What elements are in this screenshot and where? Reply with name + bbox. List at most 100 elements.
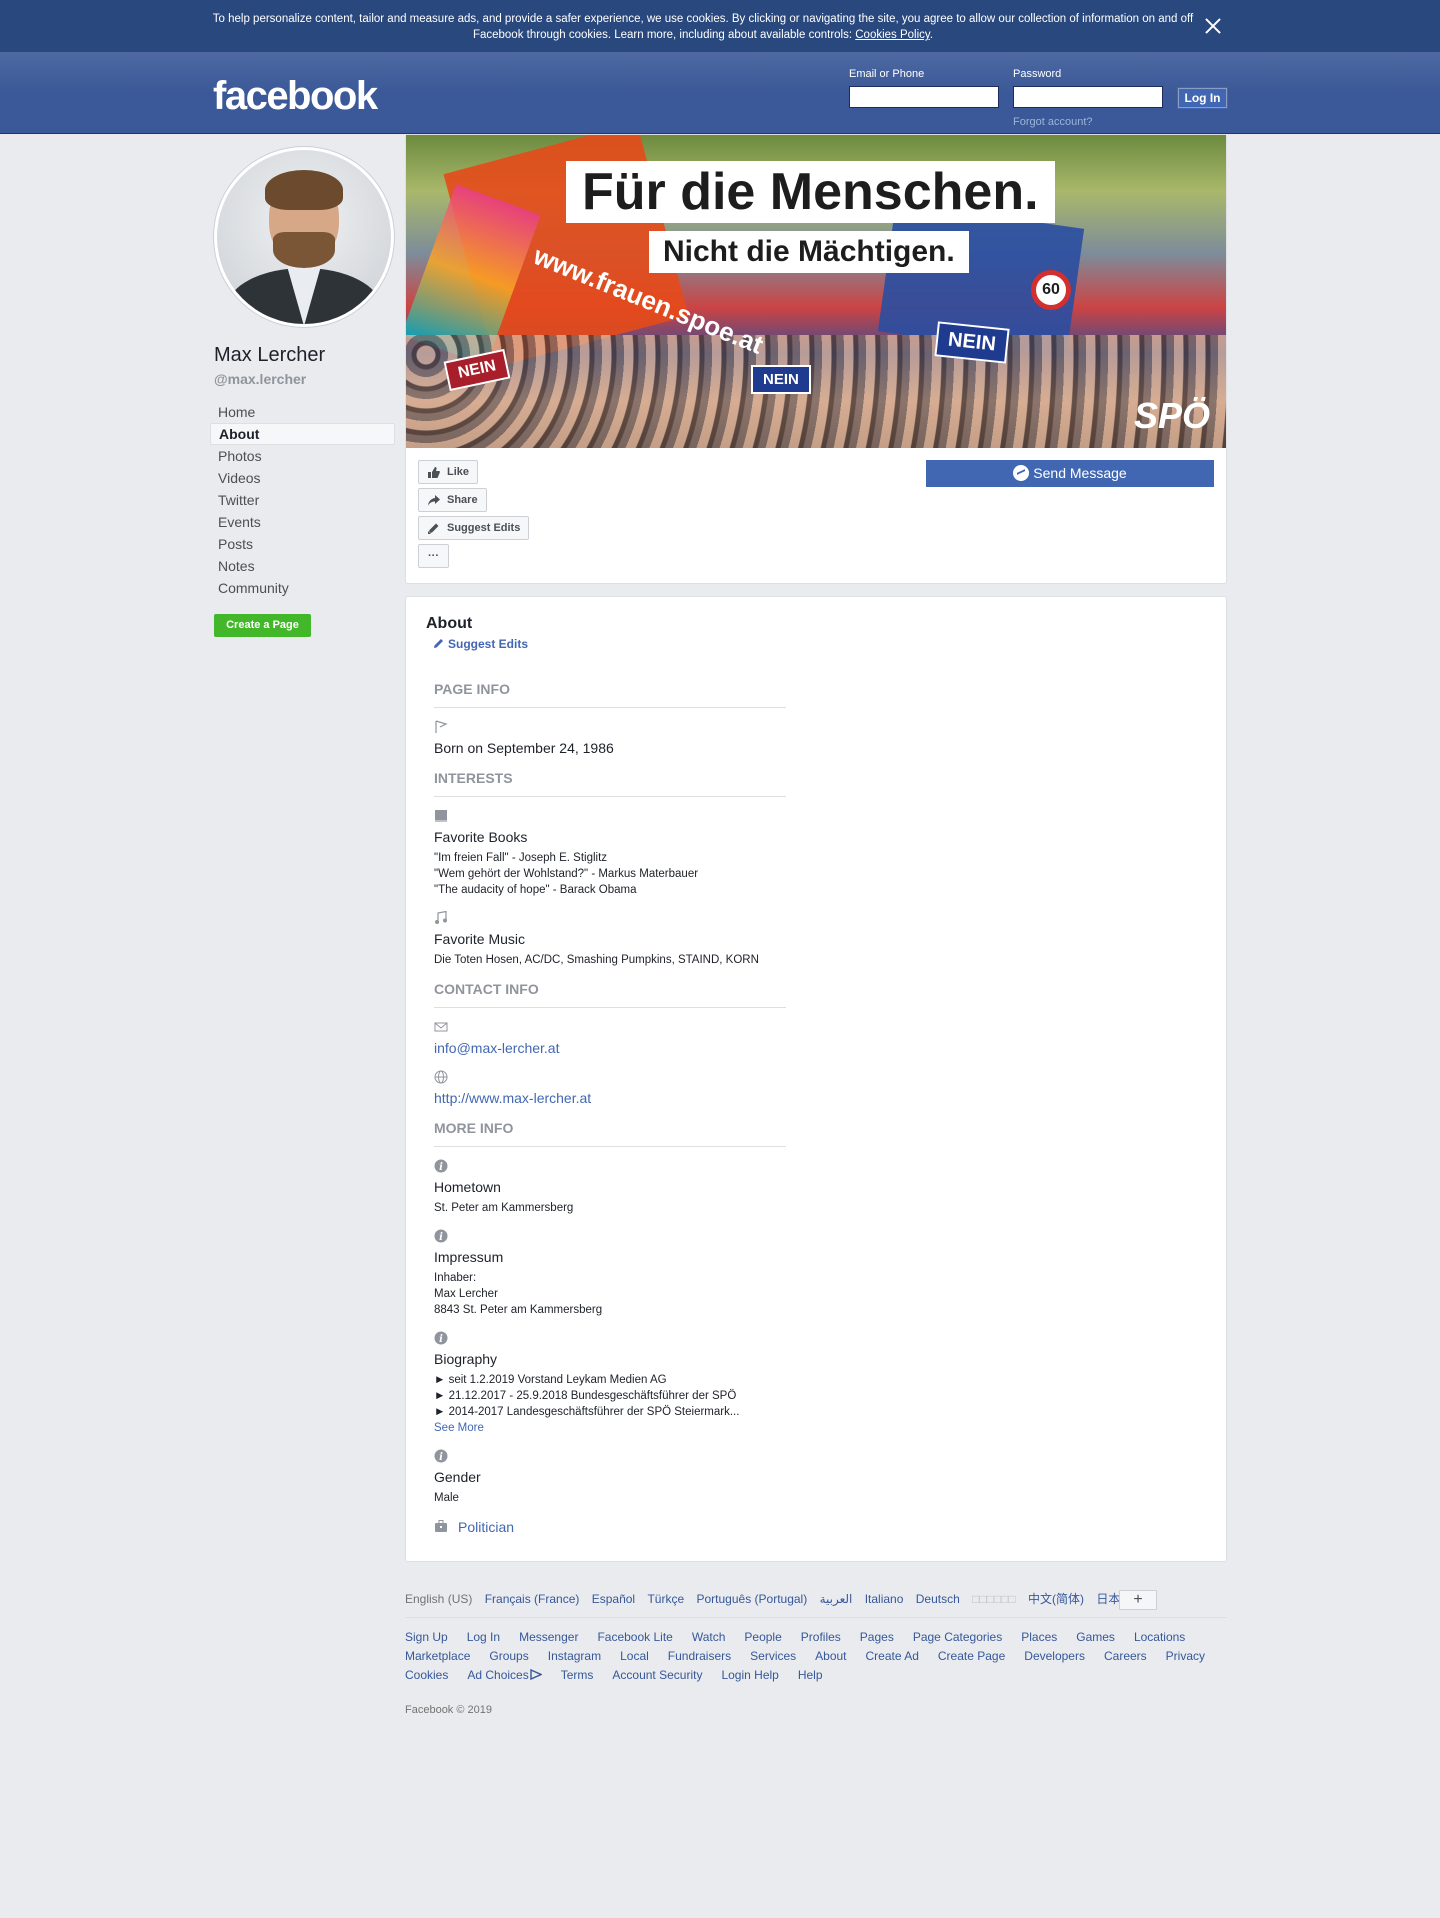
cookies-policy-link[interactable]: Cookies Policy bbox=[855, 29, 930, 41]
footer-link[interactable]: Create Page bbox=[938, 1647, 1005, 1666]
footer-link[interactable]: Instagram bbox=[548, 1647, 601, 1666]
spo-logo: SPÖ bbox=[1134, 395, 1211, 436]
email-link[interactable]: info@max-lercher.at bbox=[434, 1040, 559, 1056]
nav-item-photos[interactable]: Photos bbox=[210, 445, 395, 467]
footer-link[interactable]: Terms bbox=[561, 1666, 594, 1685]
language-link[interactable]: 中文(简体) bbox=[1028, 1590, 1084, 1607]
language-link[interactable]: □□□□□□ bbox=[972, 1592, 1016, 1606]
pencil-icon bbox=[428, 523, 439, 534]
facebook-logo[interactable]: facebook bbox=[213, 76, 378, 116]
email-label: Email or Phone bbox=[849, 68, 925, 80]
info-icon: i bbox=[434, 1331, 448, 1345]
flag-icon bbox=[435, 720, 448, 733]
create-page-button[interactable]: Create a Page bbox=[214, 614, 311, 637]
footer-link[interactable]: Marketplace bbox=[405, 1647, 470, 1666]
suggest-edits-button[interactable]: Suggest Edits bbox=[418, 516, 530, 540]
footer-link[interactable]: Watch bbox=[692, 1628, 726, 1647]
footer-link[interactable]: Sign Up bbox=[405, 1628, 448, 1647]
footer-link[interactable]: Fundraisers bbox=[668, 1647, 731, 1666]
share-button[interactable]: Share bbox=[418, 488, 487, 512]
language-link[interactable]: Türkçe bbox=[647, 1592, 684, 1606]
footer-link[interactable]: Log In bbox=[467, 1628, 500, 1647]
ad-choices-label: Ad Choices bbox=[467, 1668, 529, 1682]
send-message-button[interactable]: Send Message bbox=[926, 460, 1214, 487]
nav-item-posts[interactable]: Posts bbox=[210, 533, 395, 555]
more-options-button[interactable]: ··· bbox=[418, 544, 449, 568]
footer-link[interactable]: About bbox=[815, 1647, 846, 1666]
footer-link[interactable]: Developers bbox=[1024, 1647, 1085, 1666]
cookie-text: To help personalize content, tailor and … bbox=[206, 11, 1200, 43]
nav-item-notes[interactable]: Notes bbox=[210, 555, 395, 577]
like-button[interactable]: Like bbox=[418, 460, 479, 484]
suggest-edits-link[interactable]: Suggest Edits bbox=[434, 637, 528, 651]
footer-link[interactable]: Help bbox=[798, 1666, 823, 1685]
thumbs-up-icon bbox=[428, 467, 440, 478]
cover-subline: Nicht die Mächtigen. bbox=[649, 231, 969, 273]
nav-item-twitter[interactable]: Twitter bbox=[210, 489, 395, 511]
nav-item-videos[interactable]: Videos bbox=[210, 467, 395, 489]
footer-link[interactable]: Messenger bbox=[519, 1628, 578, 1647]
nav-item-community[interactable]: Community bbox=[210, 577, 395, 599]
profile-picture[interactable] bbox=[214, 147, 394, 327]
page-info-heading: PAGE INFO bbox=[434, 681, 786, 708]
footer-link[interactable]: Services bbox=[750, 1647, 796, 1666]
footer-link[interactable]: Pages bbox=[860, 1628, 894, 1647]
website-link[interactable]: http://www.max-lercher.at bbox=[434, 1090, 591, 1106]
list-item: "Im freien Fall" - Joseph E. Stiglitz bbox=[434, 852, 608, 864]
share-icon bbox=[428, 495, 440, 506]
language-link[interactable]: Español bbox=[592, 1592, 635, 1606]
footer-link[interactable]: Locations bbox=[1134, 1628, 1185, 1647]
more-dots-icon: ··· bbox=[428, 550, 439, 562]
page-title[interactable]: Max Lercher bbox=[214, 344, 325, 367]
hometown-text: St. Peter am Kammersberg bbox=[434, 1202, 574, 1214]
cover-photo[interactable]: www.frauen.spoe.at NEIN NEIN NEIN 60 Für… bbox=[406, 135, 1226, 448]
impressum-line: 8843 St. Peter am Kammersberg bbox=[434, 1304, 603, 1316]
page-handle[interactable]: @max.lercher bbox=[214, 371, 306, 387]
music-note-icon bbox=[435, 911, 447, 924]
footer-link[interactable]: Page Categories bbox=[913, 1628, 1002, 1647]
category-link[interactable]: Politician bbox=[458, 1519, 514, 1535]
footer-link[interactable]: Profiles bbox=[801, 1628, 841, 1647]
password-field[interactable] bbox=[1013, 86, 1163, 108]
footer-link[interactable]: Ad Choices bbox=[467, 1666, 543, 1685]
footer-link[interactable]: Create Ad bbox=[866, 1647, 919, 1666]
impressum-label: Impressum bbox=[434, 1249, 504, 1265]
footer-link[interactable]: People bbox=[744, 1628, 781, 1647]
footer-link[interactable]: Cookies bbox=[405, 1666, 448, 1685]
language-link[interactable]: Italiano bbox=[865, 1592, 904, 1606]
footer-link[interactable]: Places bbox=[1021, 1628, 1057, 1647]
top-header: facebook Email or Phone Password Log In … bbox=[0, 52, 1440, 134]
info-icon: i bbox=[434, 1159, 448, 1173]
interests-heading: INTERESTS bbox=[434, 770, 786, 797]
see-more-link[interactable]: See More bbox=[434, 1422, 484, 1434]
footer-links: Sign Up Log In Messenger Facebook Lite Watch… bbox=[405, 1628, 1227, 1685]
favorite-music-text: Die Toten Hosen, AC/DC, Smashing Pumpkin… bbox=[434, 954, 759, 966]
nav-item-home[interactable]: Home bbox=[210, 401, 395, 423]
footer-link[interactable]: Login Help bbox=[721, 1666, 778, 1685]
more-languages-button[interactable]: + bbox=[1119, 1590, 1157, 1610]
footer-link[interactable]: Local bbox=[620, 1647, 649, 1666]
list-item: "Wem gehört der Wohlstand?" - Markus Mat… bbox=[434, 868, 699, 880]
language-link[interactable]: Français (France) bbox=[485, 1592, 580, 1606]
forgot-account-link[interactable]: Forgot account? bbox=[1013, 116, 1093, 128]
cover-headline: Für die Menschen. bbox=[566, 161, 1055, 223]
globe-icon bbox=[434, 1070, 448, 1084]
login-button[interactable]: Log In bbox=[1177, 87, 1228, 109]
nav-item-about[interactable]: About bbox=[210, 423, 395, 445]
language-current: English (US) bbox=[405, 1592, 473, 1606]
like-label: Like bbox=[447, 466, 470, 478]
footer-link[interactable]: Games bbox=[1076, 1628, 1115, 1647]
footer-link[interactable]: Groups bbox=[489, 1647, 528, 1666]
close-icon[interactable] bbox=[1203, 16, 1223, 36]
email-field[interactable] bbox=[849, 86, 999, 108]
nav-item-events[interactable]: Events bbox=[210, 511, 395, 533]
language-link[interactable]: العربية bbox=[820, 1592, 853, 1606]
language-link[interactable]: Deutsch bbox=[916, 1592, 960, 1606]
cover-card: www.frauen.spoe.at NEIN NEIN NEIN 60 Für… bbox=[405, 134, 1227, 584]
footer-link[interactable]: Careers bbox=[1104, 1647, 1147, 1666]
more-info-heading: MORE INFO bbox=[434, 1120, 786, 1147]
footer-link[interactable]: Account Security bbox=[612, 1666, 702, 1685]
language-link[interactable]: Português (Portugal) bbox=[696, 1592, 807, 1606]
footer-link[interactable]: Facebook Lite bbox=[597, 1628, 672, 1647]
footer-link[interactable]: Privacy bbox=[1166, 1647, 1205, 1666]
